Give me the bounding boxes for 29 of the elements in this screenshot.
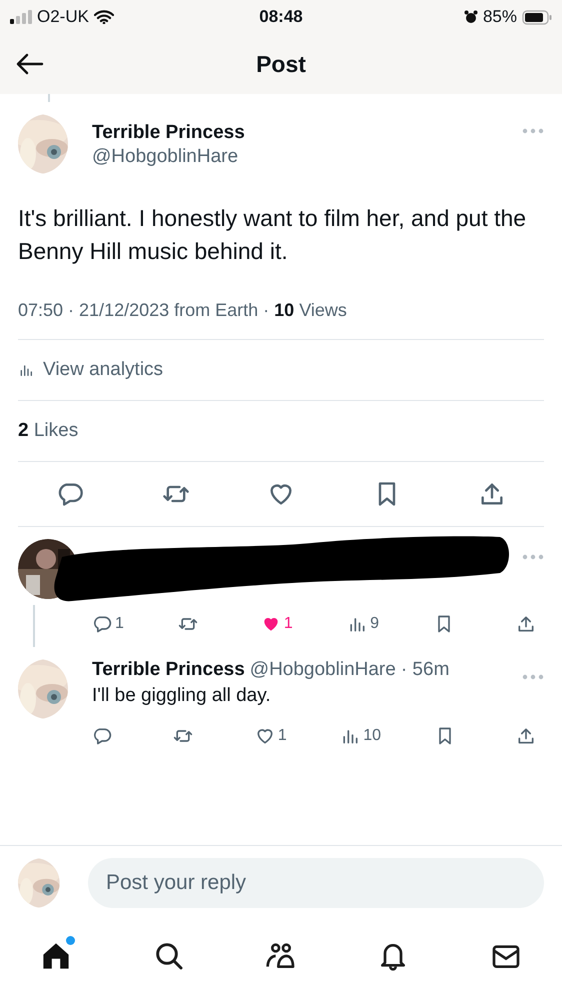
analytics-link[interactable]: View analytics <box>18 359 164 381</box>
author-handle[interactable]: @HobgoblinHare <box>92 146 508 168</box>
speech-bubble-icon[interactable] <box>92 726 112 746</box>
author-name[interactable]: Terrible Princess <box>92 659 245 681</box>
battery-percent: 85% <box>482 7 517 27</box>
reply-text: I'll be giggling all day. <box>92 685 272 707</box>
author-name[interactable]: Terrible Princess <box>92 122 508 144</box>
count-label: 1 <box>278 727 287 745</box>
post-time: · 56m <box>400 659 450 681</box>
count-label: 1 <box>284 615 293 633</box>
page-title: Post <box>256 50 306 78</box>
likes-count[interactable]: 2 Likes <box>18 420 78 442</box>
share-icon[interactable] <box>516 726 536 746</box>
count-label: 10 <box>363 727 382 745</box>
share-icon[interactable] <box>516 614 536 634</box>
speech-bubble-icon[interactable] <box>92 614 112 634</box>
post-text: It's brilliant. I honestly want to film her, and put the Benny Hill music behind it. <box>18 204 528 266</box>
heart-icon[interactable] <box>254 726 275 746</box>
post-meta: 07:50 · 21/12/2023 from Earth · 10 Views <box>18 300 544 340</box>
count-label: 9 <box>370 615 380 633</box>
author-handle[interactable]: @HobgoblinHare <box>250 659 396 681</box>
battery-icon <box>522 10 552 24</box>
carrier-name: O2-UK <box>37 7 89 27</box>
count-label: 1 <box>115 615 124 633</box>
reply-field[interactable]: Post your reply <box>88 858 544 908</box>
back-arrow-icon[interactable] <box>16 53 44 75</box>
clock-time: 08:48 <box>259 7 303 27</box>
wifi-icon <box>94 10 114 24</box>
signal-icon <box>10 10 32 24</box>
